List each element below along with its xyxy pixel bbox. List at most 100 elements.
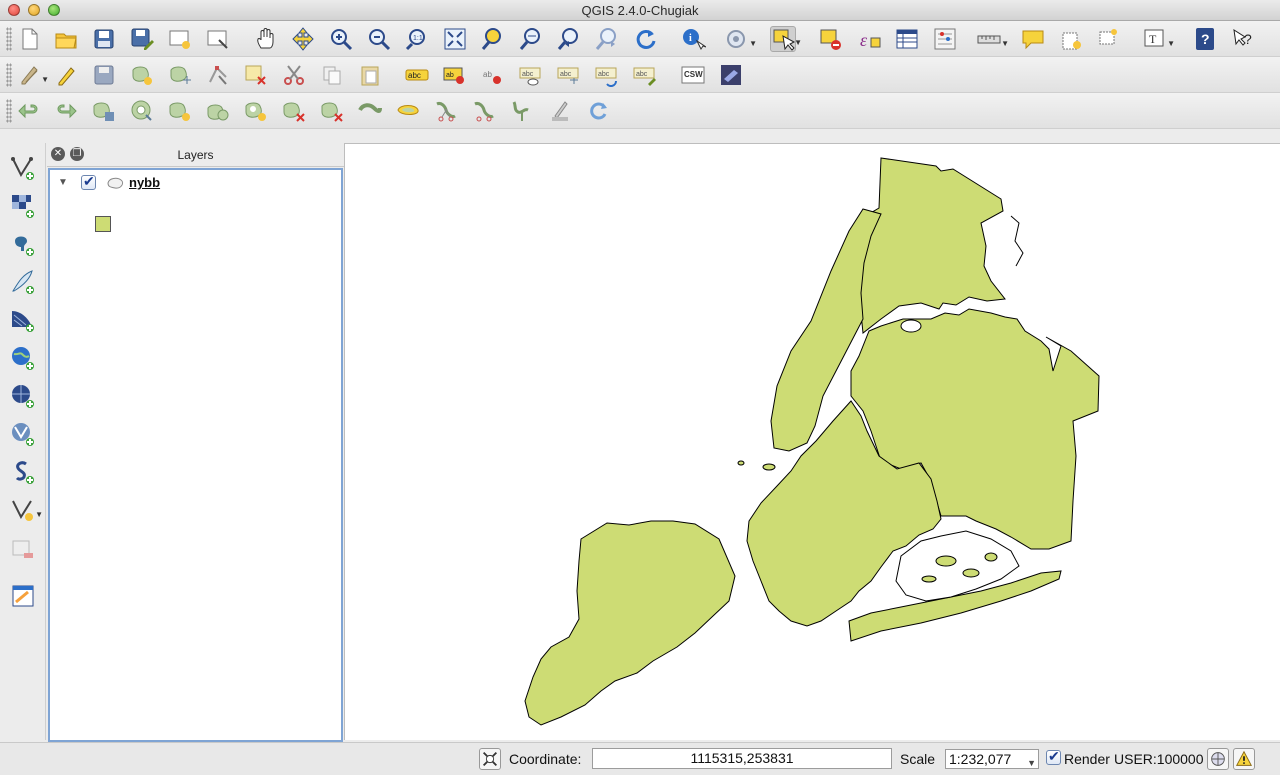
fill-ring-icon[interactable] [205, 98, 231, 124]
add-wms-layer-icon[interactable] [10, 345, 36, 371]
layer-item-nybb[interactable]: ▼ nybb [54, 173, 334, 192]
zoom-full-icon[interactable] [442, 26, 468, 52]
zoom-to-selection-icon[interactable] [480, 26, 506, 52]
crs-label[interactable]: USER:100000 [1114, 751, 1204, 767]
map-tips-icon[interactable] [1020, 26, 1046, 52]
toolbar-grip[interactable] [6, 27, 12, 51]
coordinate-field[interactable]: 1115315,253831 [592, 748, 892, 769]
zoom-in-icon[interactable] [328, 26, 354, 52]
add-part-icon[interactable] [167, 98, 193, 124]
toggle-extents-icon[interactable] [479, 748, 501, 770]
undo-icon[interactable] [16, 98, 42, 124]
rotate-label-icon[interactable]: abc [594, 62, 620, 88]
label-tool-icon[interactable]: abc [404, 62, 430, 88]
new-bookmark-icon[interactable] [1058, 26, 1084, 52]
pin-labels-icon[interactable]: ab [442, 62, 468, 88]
add-wfs-layer-icon[interactable] [10, 421, 36, 447]
split-parts-icon[interactable] [433, 98, 459, 124]
layers-tree[interactable]: ▼ nybb [48, 168, 343, 742]
svg-text:abc: abc [636, 71, 648, 78]
projection-status-icon[interactable] [1207, 748, 1229, 770]
add-feature-icon[interactable] [129, 62, 155, 88]
delete-selected-icon[interactable] [243, 62, 269, 88]
plugin-icon[interactable] [718, 62, 744, 88]
zoom-out-icon[interactable] [366, 26, 392, 52]
add-raster-layer-icon[interactable] [10, 193, 36, 219]
show-hide-labels-icon[interactable]: abc [518, 62, 544, 88]
rotate-point-symbols-icon[interactable] [547, 98, 573, 124]
open-project-icon[interactable] [53, 26, 79, 52]
run-feature-action-icon[interactable]: ▼ [724, 26, 757, 52]
help-icon[interactable]: ? [1192, 26, 1218, 52]
map-feature-bronx [856, 157, 1006, 334]
split-features-icon[interactable] [395, 98, 421, 124]
layers-panel: ✕ ❐ Layers ▼ nybb [47, 143, 344, 742]
render-checkbox[interactable] [1046, 748, 1061, 765]
measure-line-icon[interactable]: ▼ [976, 26, 1009, 52]
map-canvas[interactable] [344, 143, 1280, 740]
zoom-to-layer-icon[interactable] [518, 26, 544, 52]
delete-ring-icon[interactable] [243, 98, 269, 124]
svg-text:i: i [689, 33, 692, 44]
add-vector-layer-icon[interactable] [10, 155, 36, 181]
zoom-last-icon[interactable] [556, 26, 582, 52]
move-feature-icon[interactable] [167, 62, 193, 88]
message-log-warning-icon[interactable] [1233, 748, 1255, 770]
add-wcs-layer-icon[interactable] [10, 383, 36, 409]
new-shapefile-icon[interactable]: ▼ [10, 497, 43, 523]
merge-attributes-icon[interactable] [509, 98, 535, 124]
refresh-icon[interactable] [632, 26, 658, 52]
csw-icon[interactable]: CSW [680, 62, 706, 88]
add-ring-icon[interactable] [129, 98, 155, 124]
identify-icon[interactable]: i [680, 26, 706, 52]
add-mssql-layer-icon[interactable] [10, 307, 36, 333]
zoom-actual-size-icon[interactable]: 1:1 [404, 26, 430, 52]
field-calculator-icon[interactable] [932, 26, 958, 52]
pan-icon[interactable] [253, 26, 279, 52]
deselect-icon[interactable] [818, 26, 844, 52]
save-project-icon[interactable] [91, 26, 117, 52]
rotate-feature-icon[interactable] [585, 98, 611, 124]
save-as-icon[interactable] [129, 26, 155, 52]
new-spatialite-icon[interactable] [10, 583, 36, 609]
offset-curve-icon[interactable] [357, 98, 383, 124]
add-spatialite-layer-icon[interactable] [10, 269, 36, 295]
composer-manager-icon[interactable] [205, 26, 231, 52]
remove-layer-icon[interactable] [10, 537, 36, 563]
cut-features-icon[interactable] [281, 62, 307, 88]
add-postgis-layer-icon[interactable] [10, 231, 36, 257]
attribute-table-icon[interactable] [894, 26, 920, 52]
simplify-feature-icon[interactable] [91, 98, 117, 124]
delete-part-icon[interactable] [281, 98, 307, 124]
zoom-next-icon[interactable] [594, 26, 620, 52]
show-bookmarks-icon[interactable] [1096, 26, 1122, 52]
layer-name[interactable]: nybb [129, 175, 160, 190]
pan-to-selection-icon[interactable] [290, 26, 316, 52]
paste-features-icon[interactable] [357, 62, 383, 88]
toolbar-digitizing-labels: ▼ abc ab ab abc abc abc abc CSW [0, 57, 1280, 93]
select-by-expression-icon[interactable]: ε [856, 26, 882, 52]
whats-this-icon[interactable]: ? [1230, 26, 1256, 52]
layer-visibility-checkbox[interactable] [81, 173, 96, 190]
window-titlebar: QGIS 2.4.0-Chugiak [0, 0, 1280, 21]
move-label-icon[interactable]: abc [556, 62, 582, 88]
expand-arrow-icon[interactable]: ▼ [58, 177, 68, 188]
new-project-icon[interactable] [16, 26, 42, 52]
scale-combobox[interactable]: 1:232,077 ▼ [945, 749, 1039, 769]
save-layer-edits-icon[interactable] [91, 62, 117, 88]
reshape-features-icon[interactable] [319, 98, 345, 124]
toolbar-grip[interactable] [6, 99, 12, 123]
toolbar-grip[interactable] [6, 63, 12, 87]
merge-selected-features-icon[interactable] [471, 98, 497, 124]
highlight-pinned-labels-icon[interactable]: ab [480, 62, 506, 88]
select-features-icon[interactable]: ▼ [770, 26, 802, 52]
new-print-composer-icon[interactable] [167, 26, 193, 52]
change-label-icon[interactable]: abc [632, 62, 658, 88]
copy-features-icon[interactable] [319, 62, 345, 88]
current-edits-icon[interactable]: ▼ [16, 62, 49, 88]
text-annotation-icon[interactable]: T ▼ [1142, 26, 1175, 52]
node-tool-icon[interactable] [205, 62, 231, 88]
add-delimited-text-icon[interactable] [10, 459, 36, 485]
redo-icon[interactable] [53, 98, 79, 124]
toggle-editing-icon[interactable] [53, 62, 79, 88]
